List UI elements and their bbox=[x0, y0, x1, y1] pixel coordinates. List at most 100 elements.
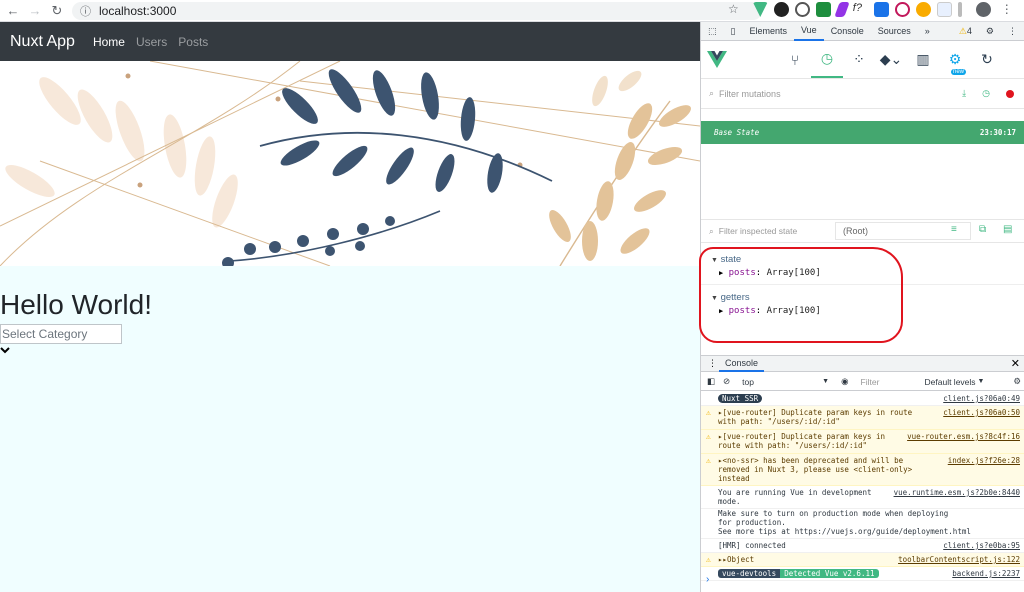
nav-link-users[interactable]: Users bbox=[136, 35, 167, 49]
copy-icon[interactable]: ⧉ bbox=[979, 224, 986, 235]
filter-state-input[interactable]: Filter inspected state bbox=[719, 226, 797, 236]
drawer-menu-icon[interactable]: ⋮ bbox=[708, 358, 717, 369]
extension-icon[interactable] bbox=[894, 2, 910, 17]
record-icon[interactable] bbox=[1006, 89, 1014, 98]
settings-new-icon[interactable]: ⚙ new bbox=[939, 42, 971, 78]
vue-devtools-badge: vue-devtools bbox=[718, 569, 781, 578]
log-source-link[interactable]: toolbarContentscript.js:122 bbox=[898, 555, 1020, 564]
console-settings-icon[interactable]: ⚙ bbox=[1013, 376, 1021, 387]
log-source-link[interactable]: client.js?06a0:49 bbox=[943, 394, 1020, 403]
context-dropdown-icon[interactable]: ▼ bbox=[822, 378, 829, 385]
base-state-row[interactable]: Base State 23:30:17 bbox=[701, 121, 1024, 144]
device-toolbar-icon[interactable]: ▯ bbox=[724, 22, 743, 41]
extension-icon[interactable] bbox=[834, 2, 850, 17]
log-entry-info: See more tips at https://vuejs.org/guide… bbox=[701, 527, 1024, 539]
category-select[interactable]: Select Category bbox=[0, 324, 122, 344]
devtools-panel: ⬚ ▯ Elements Vue Console Sources » ⚠ 4 ⚙ … bbox=[699, 22, 1024, 592]
nuxt-ssr-badge: Nuxt SSR bbox=[718, 394, 763, 403]
app-navbar: Nuxt App Home Users Posts bbox=[0, 22, 700, 61]
log-text: ▸▸Object bbox=[718, 555, 755, 564]
url-text: localhost:3000 bbox=[99, 3, 177, 18]
address-bar[interactable]: ⓘ localhost:3000 bbox=[72, 1, 762, 20]
extension-icon[interactable] bbox=[936, 2, 952, 17]
back-arrow-icon[interactable]: ← bbox=[4, 2, 22, 20]
routing-icon[interactable]: ◆⌄ bbox=[875, 42, 907, 78]
log-text: You are running Vue in development mode. bbox=[718, 488, 872, 506]
filter-mutations-bar[interactable]: ⌕ Filter mutations ⤓ ◷ bbox=[701, 79, 1024, 109]
filter-mutations-input[interactable]: Filter mutations bbox=[719, 89, 781, 99]
extension-icon[interactable] bbox=[773, 2, 789, 17]
menu-kebab-icon[interactable]: ⋮ bbox=[1001, 2, 1013, 17]
extension-icon[interactable] bbox=[815, 2, 831, 17]
vuex-history-icon[interactable]: ◷ bbox=[811, 42, 843, 78]
log-source-link[interactable]: index.js?f26e:28 bbox=[947, 456, 1020, 465]
red-annotation-circle bbox=[699, 247, 903, 343]
log-text: ▸[vue-router] Duplicate param keys in ro… bbox=[718, 432, 886, 450]
refresh-icon[interactable]: ↻ bbox=[971, 42, 1003, 78]
nav-link-home[interactable]: Home bbox=[93, 35, 125, 49]
extension-icon[interactable] bbox=[915, 2, 931, 17]
log-entry-warning[interactable]: ⚠ ▸[vue-router] Duplicate param keys in … bbox=[701, 430, 1024, 454]
log-entry-object[interactable]: ⚠ ▸▸Object toolbarContentscript.js:122 bbox=[701, 553, 1024, 567]
nav-link-posts[interactable]: Posts bbox=[178, 35, 208, 49]
state-inspector: ▼ state ▶ posts: Array[100] ▼ getters ▶ … bbox=[699, 243, 1024, 361]
tab-console[interactable]: Console bbox=[824, 22, 871, 41]
time-travel-icon[interactable]: ◷ bbox=[982, 88, 990, 99]
log-entry-info: Make sure to turn on production mode whe… bbox=[701, 509, 1024, 527]
console-drawer-tab[interactable]: Console bbox=[719, 356, 765, 372]
log-source-link[interactable]: vue-router.esm.js?8c4f:16 bbox=[907, 432, 1020, 441]
log-entry-vue-devtools[interactable]: vue-devtools Detected Vue v2.6.11 backend… bbox=[701, 567, 1024, 581]
reload-icon[interactable]: ↻ bbox=[48, 2, 66, 20]
log-source-link[interactable]: client.js?06a0:50 bbox=[943, 408, 1020, 417]
console-drawer-header: ⋮ Console ✕ bbox=[701, 355, 1024, 372]
tab-sources[interactable]: Sources bbox=[871, 22, 918, 41]
events-icon[interactable]: ⁘ bbox=[843, 42, 875, 78]
formula-icon[interactable]: f? bbox=[853, 2, 868, 17]
log-entry-hmr[interactable]: [HMR] connected client.js?e0ba:95 bbox=[701, 539, 1024, 553]
browser-toolbar: ← → ↻ ⓘ localhost:3000 ☆ f? ⋮ bbox=[0, 0, 1024, 22]
base-state-label: Base State bbox=[714, 128, 760, 137]
chevron-down-icon[interactable] bbox=[0, 345, 700, 357]
inspect-element-icon[interactable]: ⬚ bbox=[701, 22, 724, 41]
log-entry-nuxt-ssr[interactable]: Nuxt SSR client.js?06a0:49 bbox=[701, 392, 1024, 406]
extension-icon[interactable] bbox=[873, 2, 889, 17]
sidebar-toggle-icon[interactable]: ◧ bbox=[707, 376, 715, 387]
forward-arrow-icon[interactable]: → bbox=[26, 2, 44, 20]
log-text: ▸<no-ssr> has been deprecated and will b… bbox=[718, 456, 913, 483]
log-source-link[interactable]: vue.runtime.esm.js?2b0e:8440 bbox=[894, 488, 1020, 497]
components-tree-icon[interactable]: ⑂ bbox=[779, 42, 811, 78]
levels-dropdown-icon[interactable]: ▼ bbox=[978, 378, 985, 385]
warning-icon: ⚠ bbox=[706, 456, 711, 465]
context-select[interactable]: top bbox=[742, 377, 822, 387]
log-source-link[interactable]: client.js?e0ba:95 bbox=[943, 541, 1020, 550]
more-tabs-icon[interactable]: » bbox=[918, 22, 937, 41]
warning-count-value: 4 bbox=[966, 26, 972, 36]
profile-avatar-icon[interactable] bbox=[975, 2, 991, 17]
log-entry-info[interactable]: You are running Vue in development mode.… bbox=[701, 486, 1024, 509]
tab-vue[interactable]: Vue bbox=[794, 22, 824, 41]
eye-icon[interactable]: ◉ bbox=[841, 376, 848, 387]
clear-console-icon[interactable]: ⊘ bbox=[723, 376, 730, 387]
performance-chart-icon[interactable]: ▥ bbox=[907, 42, 939, 78]
extension-icon[interactable] bbox=[957, 2, 962, 17]
info-icon[interactable]: ⓘ bbox=[80, 3, 91, 19]
settings-gear-icon[interactable]: ⚙ bbox=[979, 22, 1001, 41]
filter-list-icon[interactable]: ≡ bbox=[951, 224, 957, 235]
paste-icon[interactable]: ▤ bbox=[1003, 224, 1012, 235]
tab-elements[interactable]: Elements bbox=[742, 22, 794, 41]
console-prompt-icon[interactable]: › bbox=[706, 574, 709, 585]
download-icon[interactable]: ⤓ bbox=[962, 88, 966, 99]
log-source-link[interactable]: backend.js:2237 bbox=[952, 569, 1020, 578]
warning-count[interactable]: ⚠ 4 bbox=[952, 22, 979, 41]
log-entry-warning[interactable]: ⚠ ▸[vue-router] Duplicate param keys in … bbox=[701, 406, 1024, 430]
vue-extension-icon[interactable] bbox=[752, 2, 768, 17]
log-levels-select[interactable]: Default levels bbox=[925, 377, 976, 387]
log-entry-warning[interactable]: ⚠ ▸<no-ssr> has been deprecated and will… bbox=[701, 454, 1024, 486]
console-filter-input[interactable]: Filter bbox=[861, 377, 919, 387]
extension-icon[interactable] bbox=[794, 2, 810, 17]
console-toolbar: ◧ ⊘ top ▼ ◉ Filter Default levels ▼ ⚙ bbox=[701, 373, 1024, 391]
app-brand[interactable]: Nuxt App bbox=[10, 33, 75, 51]
close-icon[interactable]: ✕ bbox=[1011, 357, 1020, 370]
star-icon[interactable]: ☆ bbox=[728, 2, 739, 17]
more-options-icon[interactable]: ⋮ bbox=[1001, 22, 1024, 41]
